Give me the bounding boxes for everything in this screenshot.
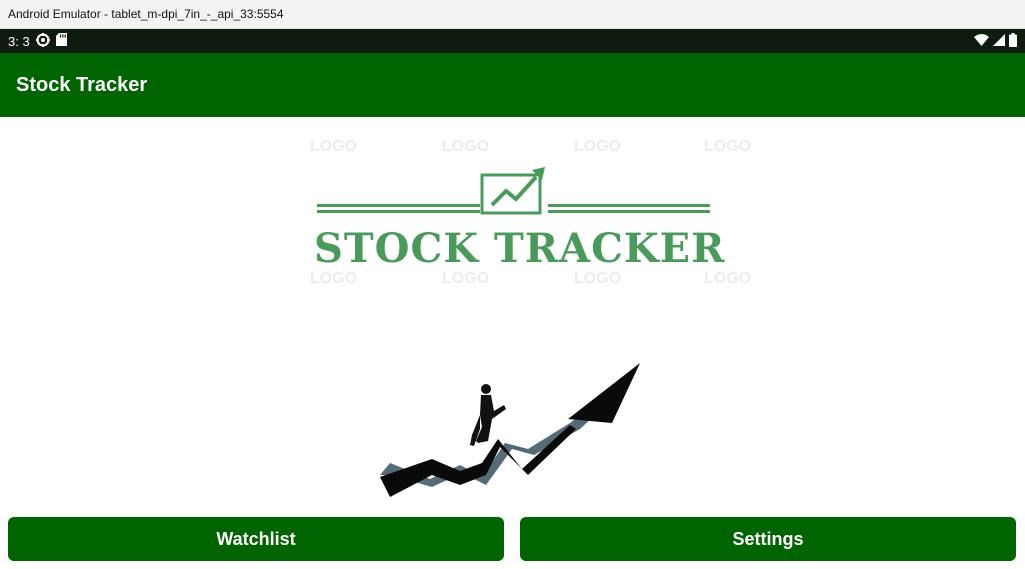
settings-gear-icon — [35, 32, 50, 50]
sd-card-icon — [55, 33, 67, 49]
status-bar: 3: 3 — [0, 29, 1025, 53]
window-title-text: Android Emulator - tablet_m-dpi_7in_-_ap… — [8, 7, 284, 21]
logo-text: STOCK TRACKER — [314, 225, 726, 272]
battery-icon — [1009, 32, 1017, 50]
cell-signal-icon — [993, 33, 1005, 49]
emulator-window-title: Android Emulator - tablet_m-dpi_7in_-_ap… — [0, 0, 1025, 29]
watchlist-button-label: Watchlist — [216, 528, 296, 549]
app-bar: Stock Tracker — [0, 53, 1025, 117]
rising-arrow-illustration — [380, 363, 640, 497]
stock-tracker-logo: LOGO LOGO LOGO LOGO LOGO LOGO LOGO LOGO … — [280, 127, 751, 327]
status-bar-right — [974, 29, 1017, 53]
main-content: LOGO LOGO LOGO LOGO LOGO LOGO LOGO LOGO … — [0, 117, 1025, 569]
watchlist-button[interactable]: Watchlist — [8, 517, 504, 561]
app-title: Stock Tracker — [16, 74, 148, 96]
settings-button-label: Settings — [732, 528, 804, 549]
status-bar-left: 3: 3 — [8, 29, 67, 53]
status-time: 3: 3 — [8, 33, 30, 49]
settings-button[interactable]: Settings — [520, 517, 1016, 561]
wifi-icon — [974, 33, 989, 49]
